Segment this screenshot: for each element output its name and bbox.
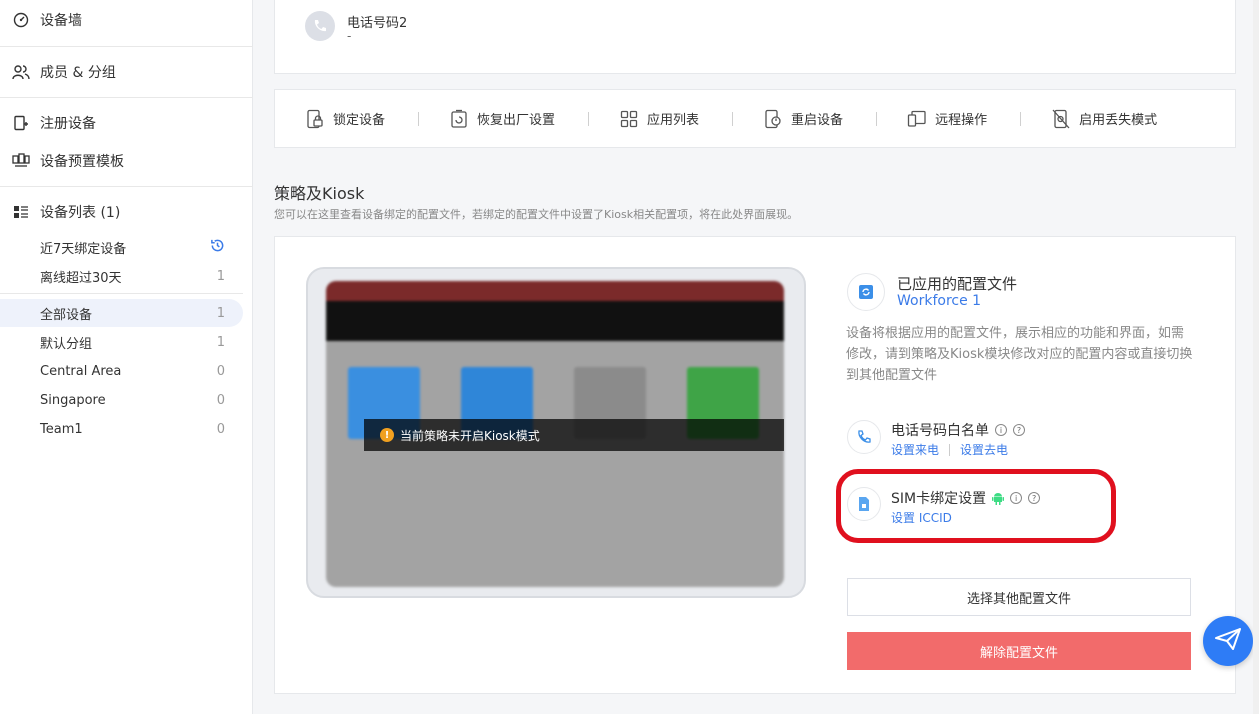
group-label: Singapore bbox=[40, 392, 106, 408]
group-label: 离线超过30天 bbox=[40, 270, 122, 286]
scrollbar[interactable] bbox=[1253, 0, 1259, 714]
policy-card: ! 当前策略未开启Kiosk模式 已应用的配置文件 Workforce 1 设备… bbox=[274, 236, 1236, 694]
info-icon[interactable]: i bbox=[995, 424, 1007, 436]
send-feedback-button[interactable] bbox=[1203, 616, 1253, 666]
kiosk-notice: ! 当前策略未开启Kiosk模式 bbox=[364, 419, 784, 451]
group-count: 1 bbox=[216, 334, 225, 350]
set-outgoing-link[interactable]: 设置去电 bbox=[960, 441, 1008, 458]
config-file-icon bbox=[847, 273, 885, 311]
divider bbox=[0, 97, 253, 98]
whitelist-links: 设置来电 设置去电 bbox=[891, 441, 1008, 458]
reboot-button[interactable]: 重启设备 bbox=[763, 109, 843, 129]
group-label: 全部设备 bbox=[40, 307, 93, 323]
group-label: 默认分组 bbox=[40, 336, 93, 352]
remote-control-button[interactable]: 远程操作 bbox=[907, 109, 987, 129]
sidebar-item-label: 设备墙 bbox=[40, 13, 82, 29]
group-central-area[interactable]: Central Area 0 bbox=[0, 357, 243, 385]
sidebar-item-label: 设备预置模板 bbox=[40, 154, 124, 170]
action-label: 重启设备 bbox=[791, 113, 844, 128]
phone-value: - bbox=[347, 29, 352, 43]
sidebar-item-label: 注册设备 bbox=[40, 116, 96, 132]
lost-mode-button[interactable]: 启用丢失模式 bbox=[1051, 109, 1157, 129]
select-other-config-button[interactable]: 选择其他配置文件 bbox=[847, 578, 1191, 616]
group-recent-bound[interactable]: 近7天绑定设备 bbox=[0, 233, 243, 261]
group-count: 0 bbox=[216, 421, 225, 437]
separator bbox=[588, 111, 590, 126]
divider bbox=[0, 46, 253, 47]
group-label: Team1 bbox=[40, 421, 83, 437]
sidebar-item-device-list[interactable]: 设备列表 (1) bbox=[0, 192, 253, 232]
phone-icon bbox=[847, 420, 881, 454]
group-all-devices[interactable]: 全部设备 1 bbox=[0, 299, 243, 327]
warning-icon: ! bbox=[380, 428, 394, 442]
app-bar bbox=[326, 301, 784, 341]
status-bar bbox=[326, 281, 784, 301]
section-title: 策略及Kiosk bbox=[274, 184, 365, 203]
template-icon bbox=[12, 152, 30, 170]
sidebar-item-device-wall[interactable]: 设备墙 bbox=[0, 0, 253, 40]
phone-number-card: 电话号码2 - bbox=[274, 0, 1236, 74]
action-label: 远程操作 bbox=[935, 113, 988, 128]
separator bbox=[876, 111, 878, 126]
divider bbox=[0, 186, 253, 187]
lock-device-button[interactable]: 锁定设备 bbox=[305, 109, 385, 129]
applied-config-title: 已应用的配置文件 bbox=[897, 275, 1018, 293]
sidebar-item-register-device[interactable]: 注册设备 bbox=[0, 103, 253, 143]
whitelist-title: 电话号码白名单 i ? bbox=[891, 420, 1025, 440]
action-label: 启用丢失模式 bbox=[1079, 113, 1158, 128]
group-count: 1 bbox=[216, 268, 225, 284]
kiosk-notice-text: 当前策略未开启Kiosk模式 bbox=[400, 428, 540, 443]
section-description: 您可以在这里查看设备绑定的配置文件，若绑定的配置文件中设置了Kiosk相关配置项… bbox=[274, 208, 799, 221]
history-icon[interactable] bbox=[210, 238, 225, 257]
app-list-icon bbox=[619, 109, 639, 129]
remove-config-button[interactable]: 解除配置文件 bbox=[847, 632, 1191, 670]
action-label: 锁定设备 bbox=[333, 113, 386, 128]
sidebar-item-members[interactable]: 成员 & 分组 bbox=[0, 52, 253, 92]
group-count: 0 bbox=[216, 363, 225, 379]
highlight-annotation bbox=[836, 469, 1116, 543]
sidebar: ⌃ 设备墙 成员 & 分组 注册设备 设备预置模板 设备列表 (1) 近7天绑定… bbox=[0, 0, 253, 714]
device-actions-bar: 锁定设备 恢复出厂设置 应用列表 重启设备 远程操作 启用丢失模式 bbox=[274, 89, 1236, 148]
separator bbox=[949, 443, 951, 456]
factory-reset-button[interactable]: 恢复出厂设置 bbox=[449, 109, 555, 129]
sidebar-item-label: 成员 & 分组 bbox=[40, 65, 116, 81]
sidebar-item-device-template[interactable]: 设备预置模板 bbox=[0, 141, 253, 181]
dashboard-icon bbox=[12, 11, 30, 29]
remote-control-icon bbox=[907, 109, 927, 129]
action-label: 应用列表 bbox=[647, 113, 700, 128]
group-default[interactable]: 默认分组 1 bbox=[0, 328, 243, 356]
group-singapore[interactable]: Singapore 0 bbox=[0, 386, 243, 414]
phone-label: 电话号码2 bbox=[347, 16, 408, 31]
set-incoming-link[interactable]: 设置来电 bbox=[891, 441, 939, 458]
app-list-button[interactable]: 应用列表 bbox=[619, 109, 699, 129]
lock-device-icon bbox=[305, 109, 325, 129]
sidebar-item-label: 设备列表 (1) bbox=[40, 205, 121, 221]
group-label: Central Area bbox=[40, 363, 122, 379]
whitelist-title-text: 电话号码白名单 bbox=[891, 423, 989, 439]
phone-dialpad-icon bbox=[305, 11, 335, 41]
separator bbox=[1020, 111, 1022, 126]
separator bbox=[418, 111, 420, 126]
action-label: 恢复出厂设置 bbox=[477, 113, 556, 128]
factory-reset-icon bbox=[449, 109, 469, 129]
users-icon bbox=[12, 63, 30, 81]
applied-config-name-link[interactable]: Workforce 1 bbox=[897, 293, 981, 309]
group-team1[interactable]: Team1 0 bbox=[0, 415, 243, 443]
reboot-icon bbox=[763, 109, 783, 129]
group-label: 近7天绑定设备 bbox=[40, 241, 127, 257]
group-count: 0 bbox=[216, 392, 225, 408]
list-icon bbox=[12, 203, 30, 221]
device-preview: ! 当前策略未开启Kiosk模式 bbox=[306, 267, 806, 598]
divider bbox=[0, 293, 243, 294]
add-device-icon bbox=[12, 114, 30, 132]
group-offline-30[interactable]: 离线超过30天 1 bbox=[0, 262, 243, 290]
applied-config-description: 设备将根据应用的配置文件，展示相应的功能和界面，如需修改，请到策略及Kiosk模… bbox=[846, 326, 1193, 383]
separator bbox=[732, 111, 734, 126]
help-icon[interactable]: ? bbox=[1013, 424, 1025, 436]
group-count: 1 bbox=[216, 305, 225, 321]
lost-mode-icon bbox=[1051, 109, 1071, 129]
paper-plane-icon bbox=[1215, 628, 1241, 654]
